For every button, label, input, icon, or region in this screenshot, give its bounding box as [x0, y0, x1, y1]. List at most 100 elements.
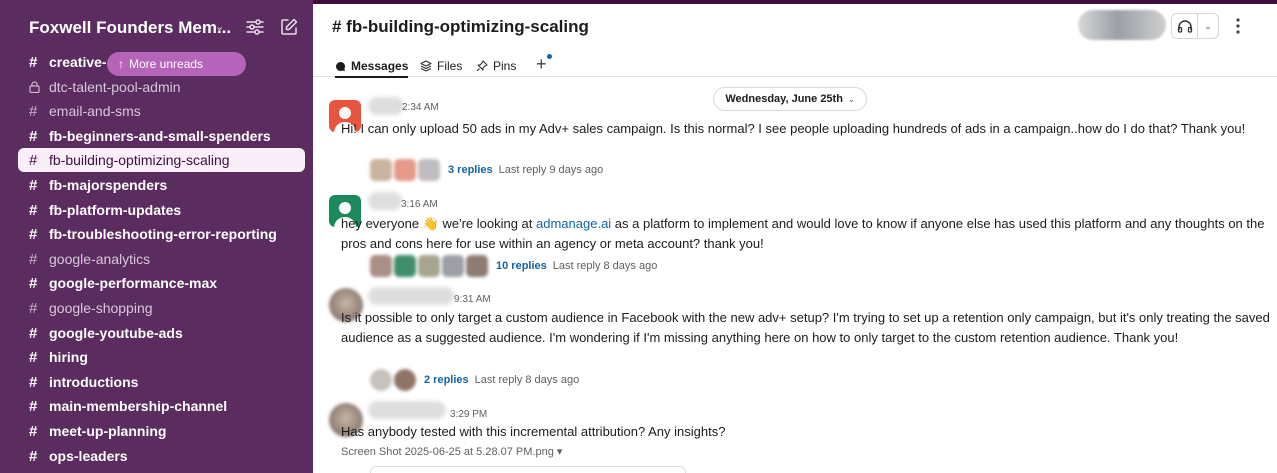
- caret-down-icon[interactable]: ▾: [557, 446, 563, 458]
- notification-dot: [547, 54, 552, 59]
- message-text: Is it possible to only target a custom a…: [341, 310, 1270, 345]
- author-name[interactable]: [368, 97, 404, 115]
- avatar: [394, 159, 416, 181]
- attachment-name[interactable]: Screen Shot 2025-06-25 at 5.28.07 PM.png…: [341, 445, 562, 458]
- author-name[interactable]: [368, 287, 454, 305]
- thread-replies-link[interactable]: 3 replies: [448, 164, 493, 176]
- avatar: [394, 255, 416, 277]
- message-text: Has anybody tested with this incremental…: [341, 424, 726, 439]
- message-timestamp[interactable]: 9:31 AM: [454, 294, 491, 305]
- more-unreads-button[interactable]: ↑ More unreads: [107, 52, 246, 76]
- sidebar-item-label: fb-majorspenders: [49, 177, 168, 193]
- add-tab-button[interactable]: +: [536, 53, 552, 75]
- sidebar-item-main-membership-channel[interactable]: # main-membership-channel: [18, 394, 305, 418]
- author-name[interactable]: [368, 192, 402, 210]
- thread-replies-link[interactable]: 10 replies: [496, 260, 547, 272]
- headphones-icon[interactable]: [1172, 14, 1198, 38]
- sidebar-item-label: email-and-sms: [49, 103, 141, 119]
- tab-pins[interactable]: Pins: [476, 55, 516, 77]
- message-timestamp[interactable]: 3:16 AM: [401, 199, 438, 210]
- sidebar-item-label: google-shopping: [49, 300, 153, 316]
- wave-emoji: 👋: [422, 216, 439, 231]
- huddle-button[interactable]: ⌄: [1171, 13, 1219, 39]
- tab-files-label: Files: [437, 59, 463, 73]
- sidebar-item-ops-leaders[interactable]: # ops-leaders: [18, 444, 305, 468]
- chevron-down-icon[interactable]: ⌄: [215, 20, 224, 33]
- date-divider-label: Wednesday, June 25th: [725, 93, 843, 105]
- more-options-icon[interactable]: [1233, 16, 1243, 36]
- avatar: [418, 255, 440, 277]
- hash-icon: #: [29, 348, 38, 366]
- hash-icon: #: [29, 176, 38, 194]
- sidebar-item-google-performance-max[interactable]: # google-performance-max: [18, 271, 305, 295]
- avatar: [442, 255, 464, 277]
- thread-summary[interactable]: 3 replies Last reply 9 days ago: [370, 158, 603, 182]
- sidebar-item-google-youtube-ads[interactable]: # google-youtube-ads: [18, 321, 305, 345]
- hash-icon: #: [29, 299, 38, 317]
- message-link[interactable]: admanage.ai: [536, 216, 611, 231]
- sidebar-item-introductions[interactable]: # introductions: [18, 370, 305, 394]
- sidebar-item-label: fb-platform-updates: [49, 202, 182, 218]
- thread-summary[interactable]: 2 replies Last reply 8 days ago: [370, 368, 579, 392]
- member-avatars[interactable]: [1078, 10, 1166, 40]
- hash-icon: #: [29, 225, 38, 243]
- message-text: Hi! I can only upload 50 ads in my Adv+ …: [341, 121, 1246, 136]
- avatar: [418, 159, 440, 181]
- hash-icon: #: [29, 53, 38, 71]
- sidebar-item-label: creative-: [49, 54, 107, 70]
- hash-icon: #: [29, 151, 38, 169]
- sidebar-item-fb-majorspenders[interactable]: # fb-majorspenders: [18, 173, 305, 197]
- hash-icon: #: [29, 201, 38, 219]
- channel-title[interactable]: # fb-building-optimizing-scaling: [332, 17, 589, 37]
- channel-header: # fb-building-optimizing-scaling ⌄: [313, 4, 1277, 47]
- sidebar-item-dtc-talent-pool-admin[interactable]: dtc-talent-pool-admin: [18, 75, 305, 99]
- workspace-name[interactable]: Foxwell Founders Mem...: [29, 18, 231, 38]
- attachment-preview[interactable]: [370, 466, 686, 473]
- sidebar-item-fb-troubleshooting-error-reporting[interactable]: # fb-troubleshooting-error-reporting: [18, 222, 305, 246]
- hash-icon: #: [29, 373, 38, 391]
- message-timestamp[interactable]: 3:29 PM: [450, 409, 487, 420]
- sidebar-item-label: ops-leaders: [49, 448, 128, 464]
- sidebar-item-hiring[interactable]: # hiring: [18, 345, 305, 369]
- thread-last-reply: Last reply 8 days ago: [552, 260, 658, 272]
- tab-messages[interactable]: Messages: [335, 55, 409, 78]
- author-name[interactable]: [368, 401, 446, 419]
- pin-icon: [476, 60, 488, 72]
- sidebar-item-google-shopping[interactable]: # google-shopping: [18, 296, 305, 320]
- sidebar-item-fb-beginners-and-small-spenders[interactable]: # fb-beginners-and-small-spenders: [18, 124, 305, 148]
- workspace-header[interactable]: Foxwell Founders Mem... ⌄: [0, 4, 313, 48]
- tab-files[interactable]: Files: [420, 55, 462, 77]
- more-unreads-label: More unreads: [129, 57, 204, 71]
- sidebar-item-label: fb-building-optimizing-scaling: [49, 152, 230, 168]
- tab-messages-label: Messages: [351, 59, 409, 73]
- sidebar-item-meet-up-planning[interactable]: # meet-up-planning: [18, 419, 305, 443]
- filter-icon[interactable]: [245, 18, 265, 36]
- hash-icon: #: [29, 274, 38, 292]
- sidebar-item-fb-platform-updates[interactable]: # fb-platform-updates: [18, 198, 305, 222]
- hash-icon: #: [29, 250, 38, 268]
- sidebar-item-label: hiring: [49, 349, 88, 365]
- compose-icon[interactable]: [279, 17, 299, 37]
- thread-replies-link[interactable]: 2 replies: [424, 374, 469, 386]
- sidebar-item-email-and-sms[interactable]: # email-and-sms: [18, 99, 305, 123]
- date-divider[interactable]: Wednesday, June 25th ⌄: [713, 87, 867, 111]
- thread-summary[interactable]: 10 replies Last reply 8 days ago: [370, 254, 657, 278]
- sidebar-item-google-analytics[interactable]: # google-analytics: [18, 247, 305, 271]
- hash-icon: #: [29, 447, 38, 465]
- message-timestamp[interactable]: 2:34 AM: [402, 102, 439, 113]
- files-icon: [420, 60, 432, 72]
- sidebar-item-fb-building-optimizing-scaling[interactable]: # fb-building-optimizing-scaling: [18, 148, 305, 172]
- sidebar-item-label: google-youtube-ads: [49, 325, 183, 341]
- avatar: [466, 255, 488, 277]
- hash-icon: #: [29, 102, 38, 120]
- sidebar-item-label: meet-up-planning: [49, 423, 167, 439]
- hash-icon: #: [29, 127, 38, 145]
- sidebar: Foxwell Founders Mem... ⌄ # creative-dtc-…: [0, 0, 313, 473]
- sidebar-item-label: google-performance-max: [49, 275, 218, 291]
- channel-tabs: Messages Files Pins +: [313, 47, 1277, 78]
- sidebar-item-label: google-analytics: [49, 251, 151, 267]
- chevron-down-icon[interactable]: ⌄: [1198, 21, 1218, 32]
- hash-icon: #: [29, 324, 38, 342]
- thread-last-reply: Last reply 8 days ago: [474, 374, 580, 386]
- chevron-down-icon: ⌄: [847, 94, 855, 104]
